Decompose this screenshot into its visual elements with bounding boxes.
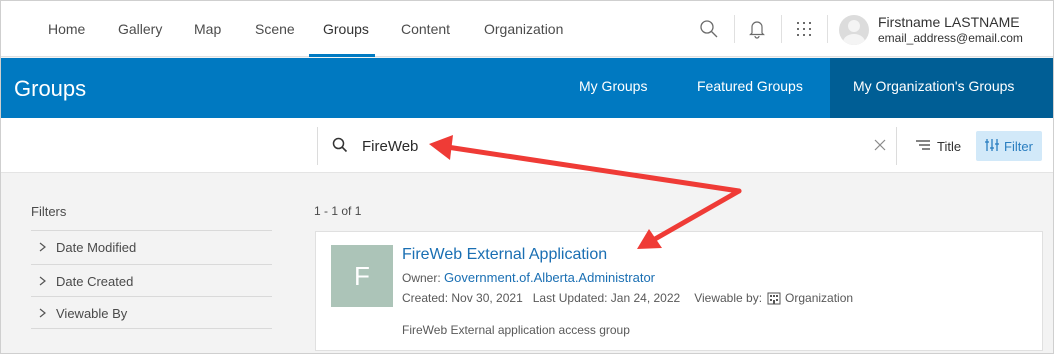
- sort-label: Title: [937, 138, 962, 154]
- sort-button[interactable]: Title: [915, 135, 961, 157]
- nav-divider: [827, 15, 828, 43]
- close-icon[interactable]: [873, 138, 887, 157]
- viewable-value: Organization: [785, 291, 854, 305]
- tab-featured-groups[interactable]: Featured Groups: [697, 78, 803, 94]
- nav-scene[interactable]: Scene: [255, 21, 295, 37]
- tab-my-organizations-groups[interactable]: My Organization's Groups: [853, 78, 1014, 94]
- group-metadata: Created: Nov 30, 2021 Last Updated: Jan …: [402, 291, 853, 305]
- owner-link[interactable]: Government.of.Alberta.Administrator: [444, 270, 655, 285]
- group-owner: Owner: Government.of.Alberta.Administrat…: [402, 270, 655, 285]
- bell-icon[interactable]: [743, 15, 771, 43]
- top-navigation: Home Gallery Map Scene Groups Content Or…: [1, 1, 1053, 57]
- chevron-right-icon: [39, 274, 46, 289]
- search-icon: [332, 137, 348, 158]
- nav-content[interactable]: Content: [401, 21, 450, 37]
- updated-date: Last Updated: Jan 24, 2022: [532, 291, 681, 305]
- search-input[interactable]: [362, 136, 842, 156]
- owner-label: Owner:: [402, 271, 441, 285]
- organization-icon: [767, 292, 781, 305]
- group-card[interactable]: F FireWeb External Application Owner: Go…: [315, 231, 1043, 351]
- group-thumbnail[interactable]: F: [331, 245, 393, 307]
- filter-label: Viewable By: [56, 306, 128, 321]
- nav-divider: [734, 15, 735, 43]
- filter-date-modified[interactable]: Date Modified: [31, 230, 272, 264]
- divider: [31, 328, 272, 329]
- nav-active-indicator: [309, 54, 375, 57]
- nav-organization[interactable]: Organization: [484, 21, 563, 37]
- filter-label: Date Modified: [56, 240, 137, 255]
- group-title-link[interactable]: FireWeb External Application: [402, 246, 607, 264]
- nav-divider: [781, 15, 782, 43]
- groups-header: Groups My Groups Featured Groups My Orga…: [1, 58, 1053, 118]
- user-name[interactable]: Firstname LASTNAME: [878, 14, 1020, 30]
- filter-viewable-by[interactable]: Viewable By: [31, 296, 272, 330]
- filter-date-created[interactable]: Date Created: [31, 264, 272, 298]
- chevron-right-icon: [39, 306, 46, 321]
- app-window: Home Gallery Map Scene Groups Content Or…: [0, 0, 1054, 354]
- result-count: 1 - 1 of 1: [314, 204, 362, 218]
- filter-label: Date Created: [56, 274, 134, 289]
- viewable-label: Viewable by:: [694, 291, 763, 305]
- search-toolbar: Title Filter: [1, 118, 1053, 173]
- nav-home[interactable]: Home: [48, 21, 85, 37]
- search-box: [317, 127, 897, 165]
- created-date: Created: Nov 30, 2021: [402, 291, 523, 305]
- filter-label: Filter: [1004, 138, 1033, 154]
- sort-lines-icon: [915, 139, 931, 154]
- tab-my-groups[interactable]: My Groups: [579, 78, 647, 94]
- nav-groups[interactable]: Groups: [323, 21, 369, 37]
- nav-gallery[interactable]: Gallery: [118, 21, 162, 37]
- page-title: Groups: [14, 76, 87, 101]
- user-email: email_address@email.com: [878, 31, 1023, 45]
- nav-map[interactable]: Map: [194, 21, 221, 37]
- chevron-right-icon: [39, 240, 46, 255]
- filter-button[interactable]: Filter: [976, 131, 1042, 161]
- search-icon[interactable]: [695, 15, 723, 43]
- app-launcher-icon[interactable]: [790, 15, 818, 43]
- filter-sliders-icon: [985, 138, 1000, 155]
- avatar[interactable]: [839, 15, 869, 45]
- filters-heading: Filters: [31, 204, 67, 219]
- group-description: FireWeb External application access grou…: [402, 323, 630, 337]
